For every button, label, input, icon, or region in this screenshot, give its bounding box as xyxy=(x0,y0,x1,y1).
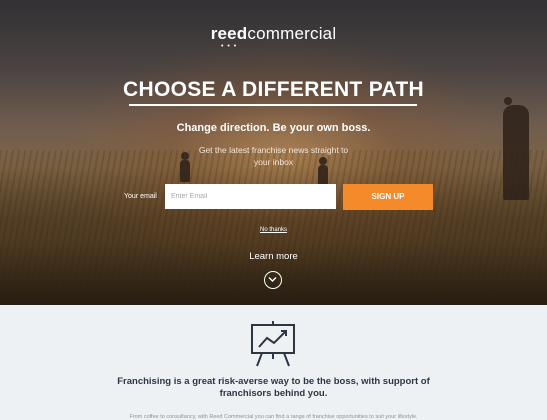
email-label: Your email xyxy=(124,193,157,200)
hero-subhead: Change direction. Be your own boss. xyxy=(176,122,371,134)
hero-section: reedcommercial • • • CHOOSE A DIFFERENT … xyxy=(0,0,547,305)
logo-dots: • • • xyxy=(221,43,238,50)
feature-title: Franchising is a great risk-averse way t… xyxy=(117,376,430,399)
reed-commercial-logo[interactable]: reedcommercial • • • xyxy=(0,24,547,50)
feature-body: From coffee to consultancy, with Reed Co… xyxy=(129,414,418,420)
hero-intro-text: Get the latest franchise news straight t… xyxy=(198,145,349,167)
feature-section: Franchising is a great risk-averse way t… xyxy=(0,305,547,420)
no-thanks-link[interactable]: No thanks xyxy=(0,227,547,233)
learn-more-label[interactable]: Learn more xyxy=(0,251,547,262)
email-field[interactable] xyxy=(165,184,336,209)
presentation-chart-icon xyxy=(251,321,295,367)
headline-underline xyxy=(129,104,417,106)
sign-up-button[interactable]: SIGN UP xyxy=(343,184,433,210)
logo-bold-text: reed xyxy=(210,24,248,43)
logo-light-text: commercial xyxy=(247,24,337,43)
scroll-down-button[interactable] xyxy=(264,271,282,289)
hero-headline: CHOOSE A DIFFERENT PATH xyxy=(123,78,424,101)
chevron-down-icon xyxy=(268,277,277,282)
